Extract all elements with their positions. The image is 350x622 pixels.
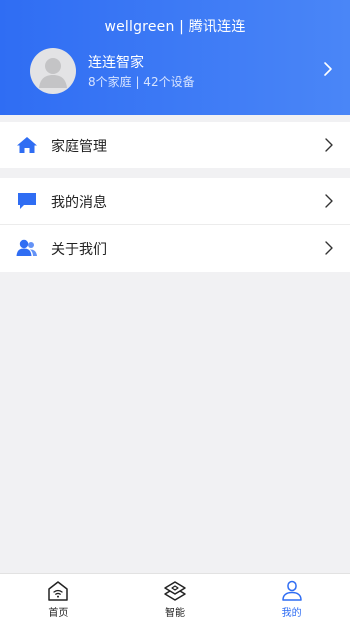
bottom-tab-bar: 首页 智能 我的 (0, 573, 350, 622)
tab-home[interactable]: 首页 (0, 574, 117, 622)
chevron-right-icon (324, 62, 332, 76)
layers-icon (164, 581, 186, 601)
chevron-right-icon (325, 138, 333, 152)
profile-card[interactable]: 连连智家 8个家庭 | 42个设备 (0, 45, 350, 95)
profile-summary: 8个家庭 | 42个设备 (88, 75, 195, 89)
chevron-right-icon (325, 194, 333, 208)
avatar (30, 48, 76, 94)
menu-item-family-management[interactable]: 家庭管理 (0, 122, 350, 168)
home-icon (17, 137, 37, 153)
info-section: 我的消息 关于我们 (0, 178, 350, 272)
menu-item-label: 关于我们 (51, 242, 107, 258)
tab-label: 智能 (165, 608, 185, 619)
chevron-right-icon (325, 241, 333, 255)
menu-item-about-us[interactable]: 关于我们 (0, 224, 350, 272)
user-icon (281, 580, 302, 601)
tab-mine[interactable]: 我的 (233, 574, 350, 622)
tab-smart[interactable]: 智能 (117, 574, 234, 622)
menu-item-label: 家庭管理 (51, 139, 107, 155)
app-title: wellgreen | 腾讯连连 (104, 19, 246, 35)
tab-label: 首页 (48, 608, 69, 619)
default-avatar-icon (39, 58, 67, 88)
people-icon (16, 239, 37, 256)
family-section: 家庭管理 (0, 122, 350, 168)
message-icon (18, 193, 36, 209)
profile-header: wellgreen | 腾讯连连 连连智家 8个家庭 | 42个设备 (0, 0, 350, 115)
profile-name: 连连智家 (88, 55, 144, 71)
tab-label: 我的 (281, 608, 302, 619)
home-wifi-icon (48, 581, 69, 601)
menu-item-my-messages[interactable]: 我的消息 (0, 178, 350, 224)
menu-item-label: 我的消息 (51, 195, 107, 211)
